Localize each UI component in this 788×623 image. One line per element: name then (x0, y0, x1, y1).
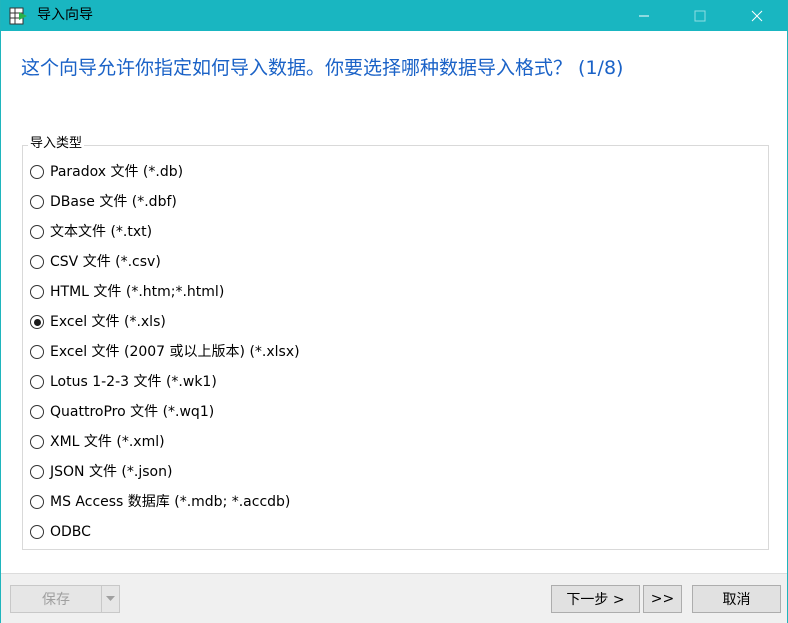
close-icon (751, 10, 763, 22)
close-button[interactable] (734, 0, 780, 31)
option-label: Excel 文件 (*.xls) (50, 314, 166, 330)
option-label: QuattroPro 文件 (*.wq1) (50, 404, 215, 420)
minimize-button[interactable] (621, 0, 667, 31)
radio-button-selected[interactable] (30, 315, 44, 329)
option-label: Lotus 1-2-3 文件 (*.wk1) (50, 374, 217, 390)
option-label: Excel 文件 (2007 或以上版本) (*.xlsx) (50, 344, 300, 360)
maximize-icon (694, 10, 706, 22)
option-excel-xls[interactable]: Excel 文件 (*.xls) (30, 311, 166, 333)
option-ms-access[interactable]: MS Access 数据库 (*.mdb; *.accdb) (30, 491, 290, 513)
option-label: Paradox 文件 (*.db) (50, 164, 184, 180)
radio-button[interactable] (30, 165, 44, 179)
title-bar[interactable]: 导入向导 (1, 0, 787, 31)
option-xml[interactable]: XML 文件 (*.xml) (30, 431, 165, 453)
radio-button[interactable] (30, 375, 44, 389)
option-label: CSV 文件 (*.csv) (50, 254, 161, 270)
option-label: ODBC (50, 524, 91, 540)
import-type-group-label: 导入类型 (28, 136, 85, 152)
maximize-button[interactable] (677, 0, 723, 31)
radio-button[interactable] (30, 345, 44, 359)
save-button[interactable]: 保存 (10, 585, 102, 613)
option-html[interactable]: HTML 文件 (*.htm;*.html) (30, 281, 224, 303)
radio-button[interactable] (30, 195, 44, 209)
chevron-down-icon (106, 596, 115, 601)
wizard-heading: 这个向导允许你指定如何导入数据。你要选择哪种数据导入格式？ (1/8) (21, 57, 624, 79)
option-text[interactable]: 文本文件 (*.txt) (30, 221, 152, 243)
option-odbc[interactable]: ODBC (30, 521, 91, 543)
import-table-icon (9, 7, 27, 25)
radio-button[interactable] (30, 255, 44, 269)
next-button[interactable]: 下一步 > (551, 585, 640, 613)
radio-button[interactable] (30, 225, 44, 239)
option-label: HTML 文件 (*.htm;*.html) (50, 284, 225, 300)
option-quattropro[interactable]: QuattroPro 文件 (*.wq1) (30, 401, 214, 423)
radio-button[interactable] (30, 525, 44, 539)
option-excel-xlsx[interactable]: Excel 文件 (2007 或以上版本) (*.xlsx) (30, 341, 300, 363)
radio-button[interactable] (30, 405, 44, 419)
option-label: JSON 文件 (*.json) (50, 464, 173, 480)
radio-button[interactable] (30, 285, 44, 299)
option-json[interactable]: JSON 文件 (*.json) (30, 461, 172, 483)
radio-button[interactable] (30, 495, 44, 509)
option-paradox[interactable]: Paradox 文件 (*.db) (30, 161, 183, 183)
option-lotus[interactable]: Lotus 1-2-3 文件 (*.wk1) (30, 371, 217, 393)
window-title: 导入向导 (37, 7, 93, 23)
minimize-icon (639, 15, 649, 17)
skip-to-end-button[interactable]: >> (643, 585, 682, 613)
button-bar: 保存 下一步 > >> 取消 (1, 573, 787, 623)
option-label: 文本文件 (*.txt) (50, 224, 153, 240)
save-dropdown-button[interactable] (101, 585, 120, 613)
radio-button[interactable] (30, 435, 44, 449)
option-csv[interactable]: CSV 文件 (*.csv) (30, 251, 161, 273)
import-wizard-window: 导入向导 这个向导允许你指定如何导入数据。你要选择哪种数据导入格式？ (1/8)… (0, 0, 788, 623)
option-label: DBase 文件 (*.dbf) (50, 194, 177, 210)
radio-button[interactable] (30, 465, 44, 479)
cancel-button[interactable]: 取消 (692, 585, 781, 613)
option-dbase[interactable]: DBase 文件 (*.dbf) (30, 191, 177, 213)
option-label: XML 文件 (*.xml) (50, 434, 165, 450)
option-label: MS Access 数据库 (*.mdb; *.accdb) (50, 494, 291, 510)
